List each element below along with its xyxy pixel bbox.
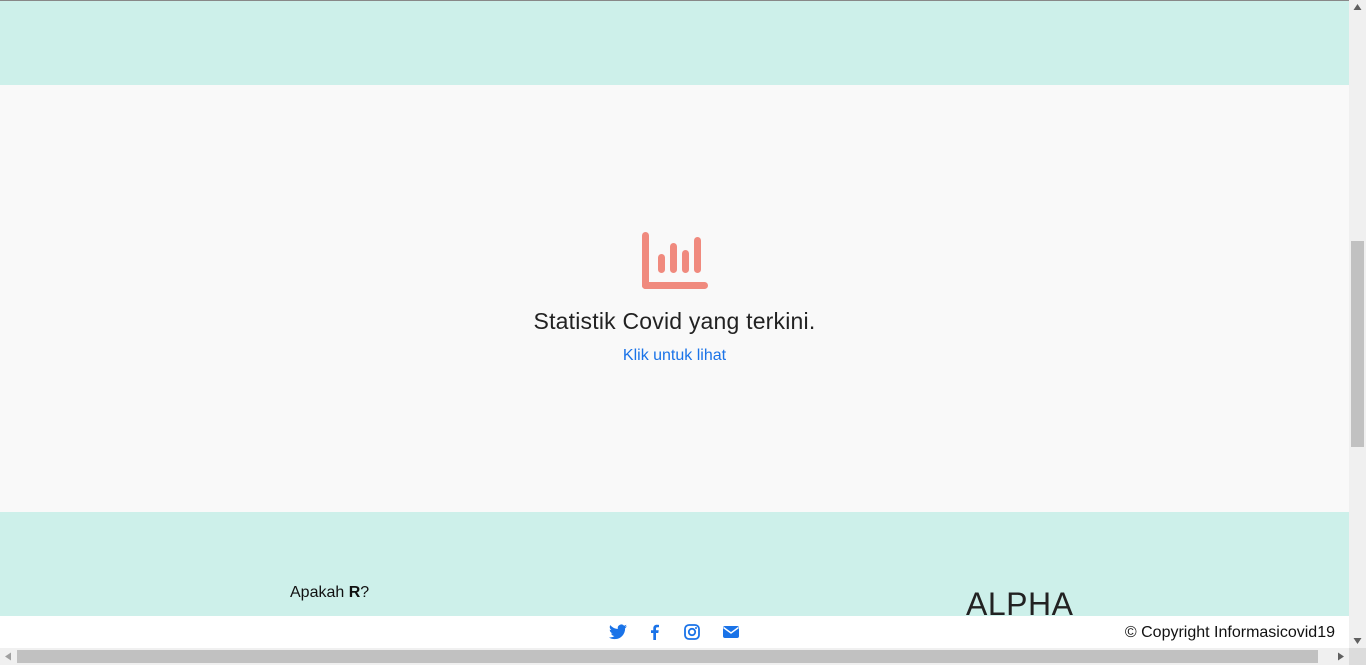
header-band <box>0 1 1349 85</box>
envelope-icon[interactable] <box>722 624 740 640</box>
instagram-icon[interactable] <box>683 624 701 640</box>
vertical-scrollbar[interactable] <box>1349 0 1366 648</box>
stats-title: Statistik Covid yang terkini. <box>533 308 816 334</box>
info-band: Apakah R? ALPHA <box>0 512 1349 616</box>
brand-name: ALPHA <box>966 586 1074 616</box>
scroll-right-icon[interactable] <box>1337 652 1345 661</box>
horizontal-scrollbar[interactable] <box>0 648 1349 665</box>
facebook-icon[interactable] <box>646 624 664 640</box>
twitter-icon[interactable] <box>609 624 627 640</box>
scroll-down-icon[interactable] <box>1353 637 1362 645</box>
scroll-left-icon[interactable] <box>4 652 12 661</box>
scrollbar-corner <box>1349 648 1366 665</box>
about-suffix: ? <box>360 584 370 601</box>
chart-bar-icon <box>642 232 708 289</box>
about-bold: R <box>348 584 361 601</box>
stats-section <box>0 85 1349 512</box>
about-prefix: Apakah <box>290 584 349 601</box>
copyright: © Copyright Informasicovid19 <box>1124 624 1335 641</box>
scroll-up-icon[interactable] <box>1353 3 1362 11</box>
stats-link[interactable]: Klik untuk lihat <box>0 347 1349 365</box>
about-heading: Apakah R? <box>290 584 369 602</box>
horizontal-scroll-thumb[interactable] <box>17 650 1318 663</box>
footer: © Copyright Informasicovid19 <box>0 616 1349 648</box>
vertical-scroll-thumb[interactable] <box>1351 241 1364 447</box>
